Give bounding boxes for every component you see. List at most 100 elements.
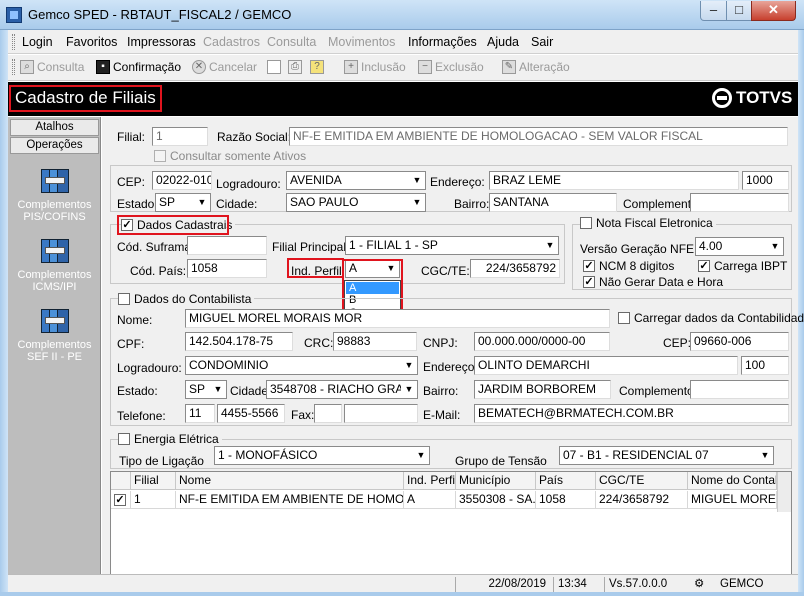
table-header[interactable]: CGC/TE — [596, 472, 688, 490]
chevron-down-icon: ▼ — [194, 194, 210, 211]
shortcut-icms-ipi[interactable]: Complementos ICMS/IPI — [10, 235, 99, 293]
tab-operacoes[interactable]: Operações — [10, 137, 99, 154]
table-cell[interactable]: 1058 — [536, 491, 596, 509]
binders-icon — [39, 165, 71, 195]
table-header[interactable]: Ind. Perfil — [404, 472, 456, 490]
menu-favoritos[interactable]: Favoritos — [66, 35, 117, 49]
binders-icon — [39, 235, 71, 265]
logradouro-select[interactable]: AVENIDA ▼ — [286, 171, 426, 190]
contab-telefone-input[interactable]: 4455-5566 — [217, 404, 285, 423]
table-header[interactable]: Município — [456, 472, 536, 490]
razao-social-input[interactable]: NF-E EMITIDA EM AMBIENTE DE HOMOLOGACAO … — [289, 127, 788, 146]
nao-gerar-data-checkbox[interactable]: ✓ Não Gerar Data e Hora — [583, 275, 723, 289]
exclusao-button[interactable]: − Exclusão — [418, 60, 484, 74]
table-cell[interactable]: 3550308 - SA... — [456, 491, 536, 509]
consulta-button[interactable]: ⌕ Consulta — [20, 60, 84, 74]
add-icon: + — [344, 60, 358, 74]
table-scrollbar[interactable] — [777, 472, 791, 512]
carrega-ibpt-checkbox[interactable]: ✓ Carrega IBPT — [698, 259, 787, 273]
contab-endereco-input[interactable]: OLINTO DEMARCHI — [474, 356, 738, 375]
carregar-contabilidade-checkbox[interactable]: Carregar dados da Contabilidade — [618, 311, 804, 325]
table-cell[interactable]: NF-E EMITIDA EM AMBIENTE DE HOMOL... — [176, 491, 404, 509]
nfe-checkbox[interactable]: Nota Fiscal Eletronica — [580, 216, 716, 230]
estado-select[interactable]: SP ▼ — [155, 193, 211, 212]
consultar-ativos-checkbox[interactable]: Consultar somente Ativos — [154, 149, 306, 163]
contabilista-checkbox[interactable]: Dados do Contabilista — [118, 292, 255, 306]
contab-ddd-input[interactable]: 11 — [185, 404, 215, 423]
cep-input[interactable]: 02022-010 — [152, 171, 212, 190]
totvs-logo-icon — [712, 88, 732, 108]
contab-bairro-input[interactable]: JARDIM BORBOREM — [474, 380, 611, 399]
contab-endereco-label: Endereço: — [423, 360, 478, 374]
contab-email-input[interactable]: BEMATECH@BRMATECH.COM.BR — [474, 404, 789, 423]
filial-principal-select[interactable]: 1 - FILIAL 1 - SP ▼ — [345, 236, 559, 255]
contab-complemento-input[interactable] — [690, 380, 789, 399]
table-header[interactable]: País — [536, 472, 596, 490]
minimize-button[interactable]: – — [700, 1, 727, 21]
tab-atalhos[interactable]: Atalhos — [10, 119, 99, 136]
contab-fax-ddd-input[interactable] — [314, 404, 342, 423]
menu-informacoes[interactable]: Informações — [408, 35, 477, 49]
table-cell[interactable]: MIGUEL MOREL MOR — [688, 491, 777, 509]
filial-input[interactable]: 1 — [152, 127, 208, 146]
estado-label: Estado: — [117, 197, 158, 211]
endereco-label: Endereço: — [430, 175, 485, 189]
new-document-button[interactable] — [267, 60, 281, 74]
tipo-ligacao-select[interactable]: 1 - MONOFÁSICO ▼ — [214, 446, 430, 465]
inclusao-button[interactable]: + Inclusão — [344, 60, 406, 74]
table-cell[interactable]: 224/3658792 — [596, 491, 688, 509]
contab-crc-input[interactable]: 98883 — [333, 332, 417, 351]
table-cell[interactable]: 1 — [131, 491, 176, 509]
chevron-down-icon: ▼ — [542, 237, 558, 254]
versao-nfe-select[interactable]: 4.00 ▼ — [695, 237, 784, 256]
grupo-tensao-select[interactable]: 07 - B1 - RESIDENCIAL 07 ▼ — [559, 446, 774, 465]
status-user: GEMCO — [720, 578, 764, 590]
row-checkbox[interactable]: ✓ — [111, 491, 131, 509]
endereco-input[interactable]: BRAZ LEME — [489, 171, 739, 190]
contab-cidade-select[interactable]: 3548708 - RIACHO GRAND ▼ — [266, 380, 418, 399]
contab-cnpj-input[interactable]: 00.000.000/0000-00 — [474, 332, 610, 351]
menu-cadastros[interactable]: Cadastros — [203, 35, 260, 49]
contab-numero-input[interactable]: 100 — [741, 356, 789, 375]
menu-movimentos[interactable]: Movimentos — [328, 35, 395, 49]
contab-nome-input[interactable]: MIGUEL MOREL MORAIS MOR — [185, 309, 610, 328]
ind-perfil-select[interactable]: A ▼ — [345, 259, 400, 278]
dados-cadastrais-checkbox[interactable]: ✓ Dados Cadastrais — [121, 218, 236, 232]
cod-pais-input[interactable]: 1058 — [187, 259, 267, 278]
cidade-select[interactable]: SAO PAULO ▼ — [286, 193, 426, 212]
confirmacao-button[interactable]: ▪ Confirmação — [96, 60, 181, 74]
menu-login[interactable]: Login — [22, 35, 53, 49]
menu-ajuda[interactable]: Ajuda — [487, 35, 519, 49]
menu-consulta[interactable]: Consulta — [267, 35, 316, 49]
energia-checkbox[interactable]: Energia Elétrica — [118, 432, 222, 446]
shortcut-sef-ii-pe[interactable]: Complementos SEF II - PE — [10, 305, 99, 363]
ind-perfil-option-a[interactable]: A — [346, 282, 399, 294]
contab-logradouro-select[interactable]: CONDOMINIO ▼ — [185, 356, 418, 375]
menu-sair[interactable]: Sair — [531, 35, 553, 49]
menu-impressoras[interactable]: Impressoras — [127, 35, 196, 49]
cgc-input[interactable]: 224/3658792 — [470, 259, 560, 278]
ncm-checkbox[interactable]: ✓ NCM 8 digitos — [583, 259, 674, 273]
bairro-input[interactable]: SANTANA — [489, 193, 617, 212]
suframa-input[interactable] — [187, 236, 267, 255]
alteracao-button[interactable]: ✎ Alteração — [502, 60, 570, 74]
close-button[interactable]: ✕ — [751, 1, 796, 21]
table-header[interactable]: Nome — [176, 472, 404, 490]
contab-cep-input[interactable]: 09660-006 — [690, 332, 789, 351]
maximize-button[interactable]: □ — [726, 1, 752, 21]
table-cell[interactable]: A — [404, 491, 456, 509]
help-button[interactable]: ? — [310, 60, 324, 74]
contab-cpf-input[interactable]: 142.504.178-75 — [185, 332, 293, 351]
page-title: Cadastro de Filiais — [9, 85, 162, 112]
contab-cpf-label: CPF: — [117, 337, 145, 351]
shortcut-pis-cofins[interactable]: Complementos PIS/COFINS — [10, 165, 99, 223]
table-header[interactable]: Nome do Contabilista — [688, 472, 777, 490]
print-button[interactable]: ⎙ — [288, 60, 302, 74]
cancelar-button[interactable]: ✕ Cancelar — [192, 60, 257, 74]
contab-estado-select[interactable]: SP ▼ — [185, 380, 227, 399]
status-date: 22/08/2019 — [455, 577, 550, 592]
table-header[interactable]: Filial — [131, 472, 176, 490]
complemento-input[interactable] — [690, 193, 789, 212]
contab-fax-input[interactable] — [344, 404, 418, 423]
numero-input[interactable]: 1000 — [742, 171, 789, 190]
